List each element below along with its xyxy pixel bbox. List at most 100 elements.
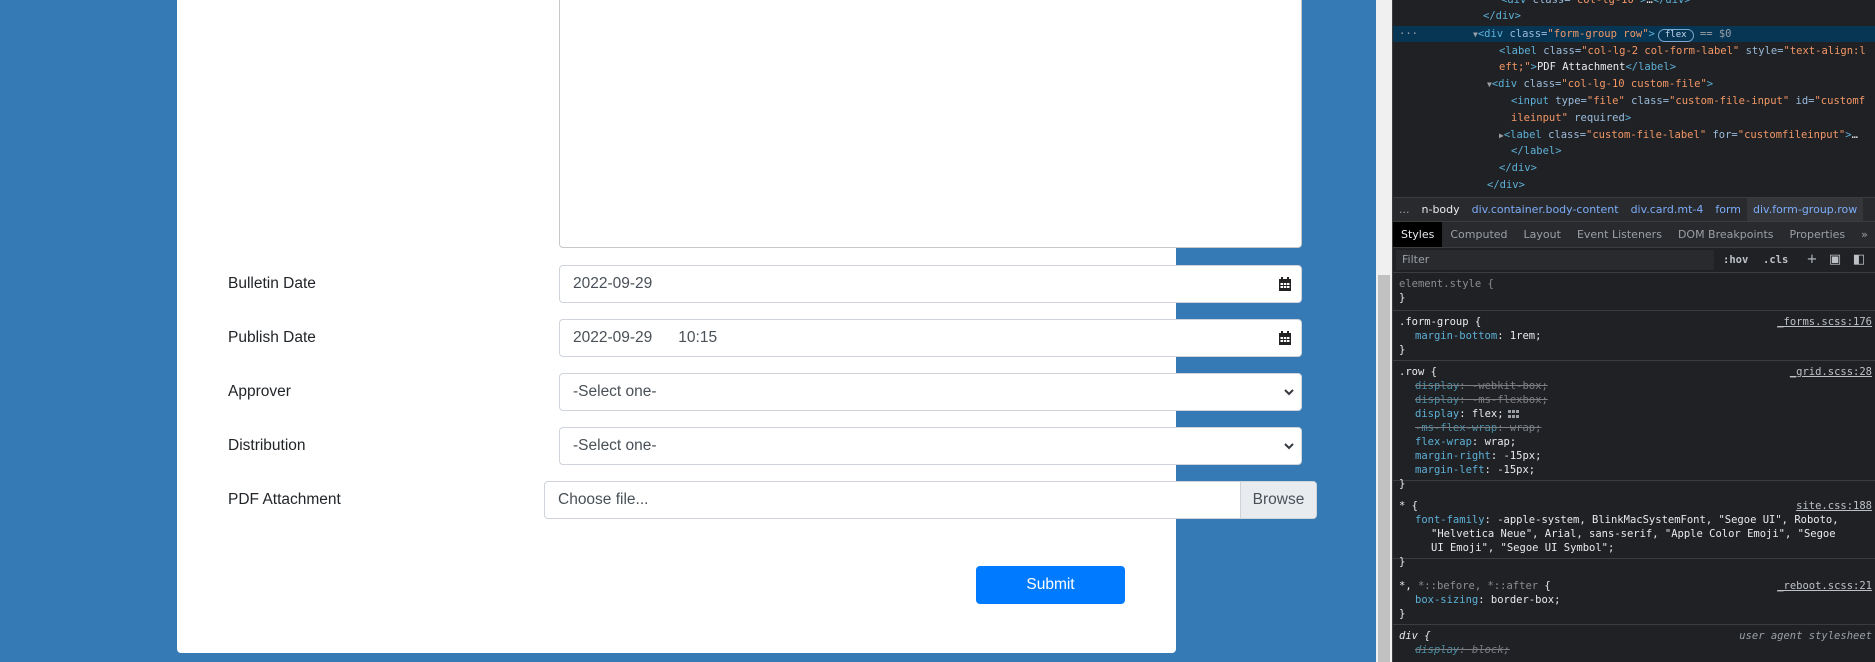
dom-node[interactable]: <div class="col-lg-10">…</div> bbox=[1393, 0, 1875, 8]
rule-user-agent-div: div { user agent stylesheet display: blo… bbox=[1393, 625, 1875, 662]
rule-source-link[interactable]: _grid.scss:28 bbox=[1790, 365, 1872, 379]
devtools-panel: <div class="col-lg-10">…</div> </div> ··… bbox=[1392, 0, 1875, 662]
dom-node-selected[interactable]: ··· ▼<div class="form-group row"> flex == … bbox=[1393, 26, 1875, 42]
calendar-icon[interactable] bbox=[1278, 277, 1292, 292]
chevron-down-icon bbox=[1284, 389, 1294, 396]
breadcrumb-item[interactable]: form bbox=[1709, 198, 1747, 221]
css-property[interactable]: margin-bottom: 1rem; bbox=[1415, 329, 1541, 343]
rule-selector[interactable]: div { bbox=[1399, 629, 1431, 643]
breadcrumb-item-current[interactable]: div.form-group.row bbox=[1747, 198, 1864, 221]
dom-node[interactable]: <label class="col-lg-2 col-form-label" s… bbox=[1393, 43, 1875, 59]
content-textarea[interactable] bbox=[559, 0, 1302, 248]
dom-node[interactable]: </div> bbox=[1393, 160, 1875, 176]
breadcrumb-item[interactable]: div.card.mt-4 bbox=[1625, 198, 1710, 221]
css-property[interactable]: box-sizing: border-box; bbox=[1415, 593, 1560, 607]
tab-layout[interactable]: Layout bbox=[1516, 222, 1569, 247]
more-tabs-icon[interactable]: » bbox=[1853, 222, 1875, 247]
selected-attr: class= bbox=[1509, 28, 1548, 40]
css-property-continued: UI Emoji", "Segoe UI Symbol"; bbox=[1431, 542, 1615, 554]
rule-source-link[interactable]: site.css:188 bbox=[1796, 499, 1872, 513]
rule-selector[interactable]: .form-group { bbox=[1399, 315, 1481, 329]
devtools-subtabs: Styles Computed Layout Event Listeners DOM B… bbox=[1393, 221, 1875, 248]
label-close-tag: </label> bbox=[1625, 61, 1677, 73]
rule-selector[interactable]: *, *::before, *::after { bbox=[1399, 579, 1551, 593]
class-toggle[interactable]: .cls bbox=[1763, 248, 1788, 272]
dom-node[interactable]: <input type="file" class="custom-file-in… bbox=[1393, 93, 1875, 109]
publish-date-value: 2022-09-29 bbox=[573, 329, 653, 346]
css-property-overridden[interactable]: -ms-flex-wrap: wrap; bbox=[1415, 421, 1541, 435]
form-row-bulletin-date: Bulletin Date 2022-09-29 bbox=[177, 265, 1302, 303]
page-scrollbar[interactable] bbox=[1376, 0, 1392, 662]
css-property-overridden[interactable]: display: -ms-flexbox; bbox=[1415, 393, 1548, 407]
publish-time-value: 10:15 bbox=[678, 329, 718, 346]
css-property-overridden[interactable]: display: -webkit-box; bbox=[1415, 379, 1548, 393]
css-property-overridden[interactable]: display: block; bbox=[1415, 643, 1510, 657]
approver-selected-value: -Select one- bbox=[573, 383, 657, 400]
dom-node[interactable]: </div> bbox=[1393, 177, 1875, 193]
breadcrumb-overflow[interactable]: ... bbox=[1393, 198, 1416, 221]
approver-label: Approver bbox=[228, 383, 291, 400]
css-property[interactable]: flex-wrap: wrap; bbox=[1415, 435, 1516, 449]
hover-state-toggle[interactable]: :hov bbox=[1723, 248, 1748, 272]
rule-selector[interactable]: element.style { bbox=[1399, 277, 1494, 291]
dom-node[interactable]: ▶<label class="custom-file-label" for="c… bbox=[1393, 127, 1875, 143]
publish-date-label: Publish Date bbox=[228, 329, 316, 346]
css-property[interactable]: margin-right: -15px; bbox=[1415, 449, 1541, 463]
pdf-file-input[interactable]: Choose file... Browse bbox=[544, 481, 1317, 519]
browse-button[interactable]: Browse bbox=[1240, 482, 1316, 518]
css-property[interactable]: margin-left: -15px; bbox=[1415, 463, 1535, 477]
tab-event-listeners[interactable]: Event Listeners bbox=[1569, 222, 1670, 247]
label-for: "customfileinput" bbox=[1737, 129, 1846, 141]
rule-source-link[interactable]: _forms.scss:176 bbox=[1777, 315, 1872, 329]
approver-select[interactable]: -Select one- bbox=[559, 373, 1302, 411]
selected-tag: <div bbox=[1477, 28, 1504, 40]
tab-computed[interactable]: Computed bbox=[1442, 222, 1515, 247]
pdf-attachment-label: PDF Attachment bbox=[228, 491, 341, 508]
tab-properties[interactable]: Properties bbox=[1782, 222, 1854, 247]
form-row-pdf-attachment: PDF Attachment Choose file... Browse bbox=[177, 481, 1317, 519]
rule-form-group: .form-group { _forms.scss:176 margin-bot… bbox=[1393, 311, 1875, 361]
selected-marker: == $0 bbox=[1699, 28, 1732, 40]
distribution-label: Distribution bbox=[228, 437, 306, 454]
distribution-select[interactable]: -Select one- bbox=[559, 427, 1302, 465]
flexbox-editor-icon[interactable] bbox=[1507, 409, 1519, 419]
form-row-distribution: Distribution -Select one- bbox=[177, 427, 1302, 465]
rule-close: } bbox=[1399, 556, 1406, 568]
bulletin-date-input[interactable]: 2022-09-29 bbox=[559, 265, 1302, 303]
rule-source-label: user agent stylesheet bbox=[1739, 630, 1872, 642]
dom-node[interactable]: </div> bbox=[1393, 8, 1875, 24]
calendar-icon[interactable] bbox=[1278, 331, 1292, 346]
rule-close: } bbox=[1399, 344, 1406, 356]
input-required: required bbox=[1574, 112, 1625, 124]
bulletin-date-value: 2022-09-29 bbox=[573, 275, 653, 292]
dom-node[interactable]: </label> bbox=[1393, 143, 1875, 159]
toggle-sidebar-icon[interactable]: ◧ bbox=[1852, 253, 1866, 267]
rule-box-sizing: *, *::before, *::after { _reboot.scss:21… bbox=[1393, 575, 1875, 625]
rule-source-link[interactable]: _reboot.scss:21 bbox=[1777, 579, 1872, 593]
rule-selector[interactable]: .row { bbox=[1399, 365, 1437, 379]
bulletin-date-label: Bulletin Date bbox=[228, 275, 316, 292]
paint-roller-icon[interactable]: ▣ bbox=[1828, 253, 1842, 267]
publish-datetime-input[interactable]: 2022-09-29 10:15 bbox=[559, 319, 1302, 357]
css-property[interactable]: font-family: -apple-system, BlinkMacSyst… bbox=[1415, 513, 1839, 527]
breadcrumb-item[interactable]: div.container.body-content bbox=[1466, 198, 1625, 221]
css-property-continued: "Helvetica Neue", Arial, sans-serif, "Ap… bbox=[1431, 528, 1836, 540]
rule-element-style: element.style { } bbox=[1393, 273, 1875, 311]
submit-button[interactable]: Submit bbox=[976, 566, 1125, 604]
dom-node[interactable]: ▼<div class="col-lg-10 custom-file"> bbox=[1393, 76, 1875, 92]
input-id-cont: ileinput" bbox=[1511, 112, 1568, 124]
css-property[interactable]: display: flex; bbox=[1415, 407, 1519, 421]
rule-selector[interactable]: * { bbox=[1399, 499, 1418, 513]
breadcrumb-item[interactable]: n-body bbox=[1416, 198, 1466, 221]
input-class: "custom-file-input" bbox=[1669, 95, 1790, 107]
flex-badge[interactable]: flex bbox=[1657, 29, 1694, 42]
more-dots-icon[interactable]: ··· bbox=[1399, 26, 1418, 42]
styles-filter-input[interactable]: Filter bbox=[1396, 250, 1714, 270]
label-class: "custom-file-label" bbox=[1586, 129, 1707, 141]
new-style-rule-icon[interactable]: + bbox=[1805, 253, 1819, 267]
bulletin-form-card: Bulletin Date 2022-09-29 Publish Date 20… bbox=[177, 0, 1317, 653]
tab-styles[interactable]: Styles bbox=[1393, 222, 1443, 247]
page-scrollbar-thumb[interactable] bbox=[1378, 275, 1390, 662]
rule-close: } bbox=[1399, 608, 1406, 620]
tab-dom-breakpoints[interactable]: DOM Breakpoints bbox=[1670, 222, 1782, 247]
